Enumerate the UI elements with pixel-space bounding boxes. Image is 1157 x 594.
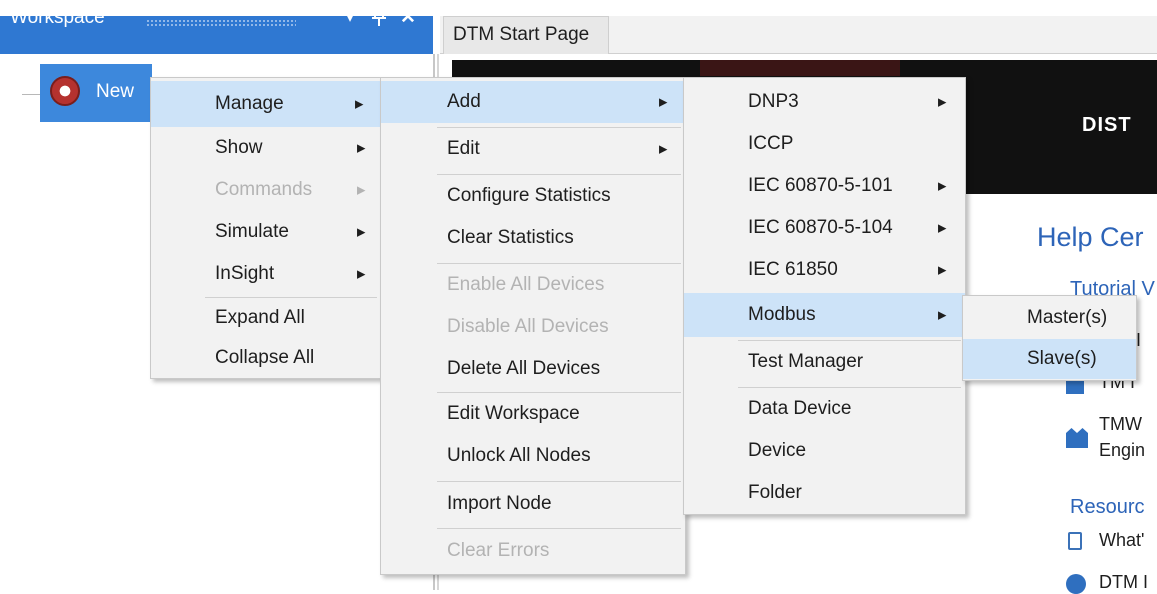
- menu-item-label: Edit Workspace: [447, 403, 580, 424]
- menu-item-label: InSight: [215, 263, 275, 284]
- menu-item-iec-60870-5-101[interactable]: IEC 60870-5-101 ▶: [684, 165, 965, 207]
- tree-connector: [22, 94, 40, 95]
- menu-item-enable-all-devices: Enable All Devices: [381, 264, 685, 306]
- menu-item-simulate[interactable]: Simulate ▶: [151, 211, 381, 253]
- submenu-arrow-icon: ▶: [938, 96, 947, 109]
- workspace-title: Workspace: [10, 7, 105, 28]
- menu-item-label: Simulate: [215, 221, 289, 242]
- menu-item-slaves[interactable]: Slave(s): [963, 339, 1136, 379]
- menu-item-edit[interactable]: Edit ▶: [381, 128, 685, 170]
- submenu-arrow-icon: ▶: [659, 96, 668, 109]
- menu-item-dnp3[interactable]: DNP3 ▶: [684, 81, 965, 123]
- pin-icon[interactable]: [369, 6, 389, 30]
- menu-item-configure-statistics[interactable]: Configure Statistics: [381, 175, 685, 217]
- menu-item-label: DNP3: [748, 91, 799, 112]
- menu-item-delete-all-devices[interactable]: Delete All Devices: [381, 348, 685, 390]
- menu-item-label: Modbus: [748, 304, 816, 325]
- submenu-arrow-icon: ▶: [357, 268, 366, 281]
- menu-item-label: Add: [447, 91, 481, 112]
- menu-item-edit-workspace[interactable]: Edit Workspace: [381, 393, 685, 435]
- video-icon: [1066, 380, 1084, 394]
- panel-drag-grip[interactable]: [146, 19, 296, 26]
- menu-item-test-manager[interactable]: Test Manager: [684, 341, 965, 383]
- close-icon[interactable]: ✕: [398, 6, 418, 30]
- manage-submenu: Add ▶ Edit ▶ Configure Statistics Clear …: [380, 77, 686, 575]
- book-icon: [1066, 428, 1088, 448]
- menu-item-label: Device: [748, 440, 807, 461]
- tab-label: DTM Start Page: [453, 24, 590, 45]
- tutorial-link-3[interactable]: TMW: [1099, 414, 1142, 435]
- submenu-arrow-icon: ▶: [659, 143, 668, 156]
- menu-item-iec-61850[interactable]: IEC 61850 ▶: [684, 249, 965, 291]
- menu-item-collapse-all[interactable]: Collapse All: [151, 338, 381, 378]
- menu-item-device[interactable]: Device: [684, 430, 965, 472]
- menu-item-label: Slave(s): [1027, 348, 1097, 369]
- menu-item-label: Enable All Devices: [447, 274, 605, 295]
- menu-item-label: Collapse All: [215, 347, 315, 368]
- menu-item-iccp[interactable]: ICCP: [684, 123, 965, 165]
- menu-item-masters[interactable]: Master(s): [963, 298, 1136, 338]
- menu-item-label: Data Device: [748, 398, 852, 419]
- menu-item-disable-all-devices: Disable All Devices: [381, 306, 685, 348]
- submenu-arrow-icon: ▶: [357, 142, 366, 155]
- menu-item-label: Delete All Devices: [447, 358, 601, 379]
- document-icon: [1068, 532, 1082, 550]
- menu-item-label: Configure Statistics: [447, 185, 611, 206]
- menu-item-expand-all[interactable]: Expand All: [151, 298, 381, 338]
- submenu-arrow-icon: ▶: [938, 180, 947, 193]
- modbus-submenu: Master(s) Slave(s): [962, 295, 1137, 381]
- banner-text: DIST: [1082, 114, 1132, 136]
- menu-item-label: Commands: [215, 179, 313, 200]
- submenu-arrow-icon: ▶: [938, 222, 947, 235]
- menu-item-data-device[interactable]: Data Device: [684, 388, 965, 430]
- submenu-arrow-icon: ▶: [357, 226, 366, 239]
- menu-item-label: Folder: [748, 482, 802, 503]
- banner-graphic: [700, 60, 900, 76]
- menu-item-label: Edit: [447, 138, 480, 159]
- submenu-arrow-icon: ▶: [938, 264, 947, 277]
- menu-item-label: Unlock All Nodes: [447, 445, 591, 466]
- menu-item-unlock-all-nodes[interactable]: Unlock All Nodes: [381, 435, 685, 477]
- menu-item-label: Expand All: [215, 307, 305, 328]
- menu-item-clear-statistics[interactable]: Clear Statistics: [381, 217, 685, 259]
- resource-link-whats-new[interactable]: What': [1099, 530, 1144, 551]
- menu-item-iec-60870-5-104[interactable]: IEC 60870-5-104 ▶: [684, 207, 965, 249]
- menu-item-label: Import Node: [447, 493, 552, 514]
- menu-item-show[interactable]: Show ▶: [151, 127, 381, 169]
- menu-item-modbus[interactable]: Modbus ▶: [684, 293, 965, 337]
- menu-item-folder[interactable]: Folder: [684, 472, 965, 514]
- menu-item-label: IEC 60870-5-104: [748, 217, 893, 238]
- chevron-down-icon[interactable]: ▾: [340, 6, 360, 30]
- menu-item-label: Clear Errors: [447, 540, 550, 561]
- menu-item-import-node[interactable]: Import Node: [381, 482, 685, 526]
- menu-item-label: Master(s): [1027, 307, 1108, 328]
- menu-item-label: IEC 61850: [748, 259, 838, 280]
- menu-item-label: Show: [215, 137, 263, 158]
- menu-item-add[interactable]: Add ▶: [381, 81, 685, 123]
- menu-item-commands: Commands ▶: [151, 169, 381, 211]
- tree-node-label: New: [96, 81, 135, 102]
- submenu-arrow-icon: ▶: [938, 309, 947, 322]
- menu-item-label: Disable All Devices: [447, 316, 609, 337]
- menu-item-label: ICCP: [748, 133, 794, 154]
- submenu-arrow-icon: ▶: [357, 184, 366, 197]
- resources-heading: Resourc: [1070, 496, 1145, 518]
- globe-icon: [1066, 574, 1086, 594]
- add-submenu: DNP3 ▶ ICCP IEC 60870-5-101 ▶ IEC 60870-…: [683, 77, 966, 515]
- menu-item-label: Manage: [215, 93, 284, 114]
- tutorial-link-3-cont[interactable]: Engin: [1099, 440, 1145, 461]
- menu-item-manage[interactable]: Manage ▶: [151, 81, 381, 127]
- menu-item-clear-errors: Clear Errors: [381, 529, 685, 573]
- workspace-node-icon: [50, 76, 80, 106]
- menu-item-label: Test Manager: [748, 351, 864, 372]
- help-center-title: Help Cer: [1037, 222, 1144, 252]
- menu-item-insight[interactable]: InSight ▶: [151, 253, 381, 295]
- submenu-arrow-icon: ▶: [355, 98, 364, 111]
- menu-item-label: IEC 60870-5-101: [748, 175, 893, 196]
- menu-item-label: Clear Statistics: [447, 227, 574, 248]
- context-menu: Manage ▶ Show ▶ Commands ▶ Simulate ▶ In…: [150, 77, 382, 379]
